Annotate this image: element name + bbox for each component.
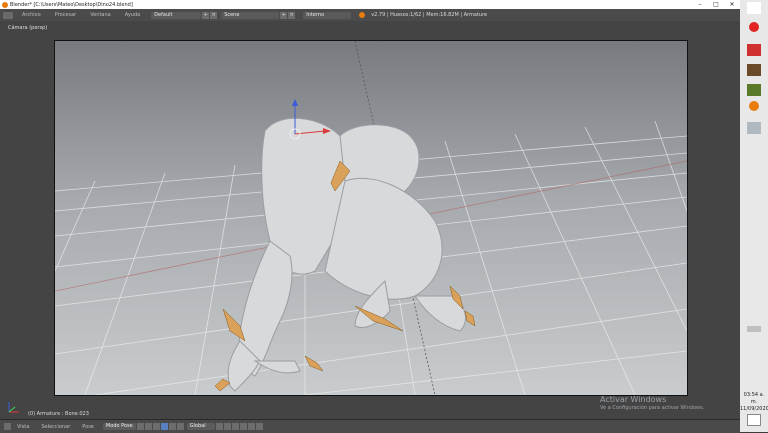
game-icon[interactable]	[747, 84, 761, 96]
view-label: Cámara (persp)	[8, 25, 48, 31]
translate-icon[interactable]	[160, 423, 168, 430]
layers-icon[interactable]	[215, 423, 223, 430]
opera-icon[interactable]	[749, 22, 759, 32]
active-object-label: (0) Armature : Bone.023	[28, 411, 89, 417]
menu-ventana[interactable]: Ventana	[85, 12, 116, 18]
scene-stats: v2.79 | Huesos:1/62 | Mem:16.82M | Armat…	[371, 12, 488, 18]
minimize-button[interactable]: –	[692, 0, 708, 9]
watermark-subtitle: Ve a Configuración para activar Windows.	[600, 405, 705, 411]
menu-pose[interactable]: Pose	[76, 424, 100, 430]
add-layout-button[interactable]: +	[202, 11, 210, 19]
menu-archivo[interactable]: Archivo	[17, 12, 46, 18]
activation-watermark: Activar Windows Ve a Configuración para …	[600, 395, 704, 411]
maximize-button[interactable]: □	[708, 0, 724, 9]
orientation-select[interactable]: Global	[186, 423, 215, 430]
editor-type-icon-3d[interactable]	[4, 423, 11, 430]
lock-icon[interactable]	[231, 423, 239, 430]
remove-layout-button[interactable]: ×	[210, 11, 218, 19]
clock-time: 03:54 a. m.	[743, 392, 765, 405]
minecraft-icon[interactable]	[747, 64, 761, 76]
render-engine-label: Interno	[306, 12, 325, 18]
axis-indicator-icon	[8, 402, 19, 413]
clock-date: 11/09/2020	[740, 406, 768, 412]
shading-icon[interactable]	[136, 423, 144, 430]
window-controls: – □ ✕	[692, 0, 740, 9]
render-engine-select[interactable]: Interno	[303, 11, 352, 19]
tray-icon[interactable]	[747, 326, 761, 332]
manipulator-toggle-icon[interactable]	[152, 423, 160, 430]
rotate-icon[interactable]	[168, 423, 176, 430]
snap-icon[interactable]	[239, 423, 247, 430]
camera-frame[interactable]	[54, 40, 688, 396]
action-center-icon[interactable]	[747, 414, 761, 426]
watermark-title: Activar Windows	[600, 395, 667, 404]
dinosaur-mesh	[227, 117, 466, 392]
menu-seleccionar[interactable]: Seleccionar	[35, 424, 76, 430]
app-icon[interactable]	[747, 44, 761, 56]
layers-icon-2[interactable]	[223, 423, 231, 430]
blender-logo-icon	[2, 1, 8, 8]
notification-icon[interactable]	[747, 2, 761, 14]
blender-taskbar-icon[interactable]	[749, 101, 759, 111]
scale-icon[interactable]	[176, 423, 184, 430]
add-scene-button[interactable]: +	[280, 11, 288, 19]
menu-vista[interactable]: Vista	[11, 424, 35, 430]
windows-taskbar	[740, 0, 768, 432]
dinosaur-scene	[55, 41, 687, 395]
viewport-footer: Vista Seleccionar Pose Modo Pose Global	[0, 419, 740, 433]
network-icon[interactable]	[747, 122, 761, 134]
remove-scene-button[interactable]: ×	[288, 11, 296, 19]
pivot-icon[interactable]	[144, 423, 152, 430]
proportional-icon[interactable]	[247, 423, 255, 430]
3d-viewport[interactable]: Cámara (persp) (0) Armature: Bone.023	[0, 21, 740, 419]
orientation-label: Global	[189, 423, 206, 429]
taskbar-clock[interactable]: 03:54 a. m. 11/09/2020	[740, 392, 768, 413]
close-button[interactable]: ✕	[724, 0, 740, 9]
menu-ayuda[interactable]: Ayuda	[120, 12, 145, 18]
scene-label: Scene	[224, 12, 240, 18]
blender-icon	[359, 12, 366, 18]
mode-select[interactable]: Modo Pose	[102, 423, 136, 430]
window-title: Blender* [C:\Users\Mateo\Desktop\Dino24.…	[10, 1, 133, 8]
screen-layout-select[interactable]: Default	[151, 11, 202, 19]
editor-type-icon[interactable]	[3, 11, 13, 19]
render-icon[interactable]	[255, 423, 263, 430]
mode-label: Modo Pose	[105, 423, 133, 429]
scene-select[interactable]: Scene	[221, 11, 280, 19]
screen-layout-label: Default	[154, 12, 173, 18]
menu-procesar[interactable]: Procesar	[50, 12, 81, 18]
title-bar: Blender* [C:\Users\Mateo\Desktop\Dino24.…	[0, 0, 740, 9]
